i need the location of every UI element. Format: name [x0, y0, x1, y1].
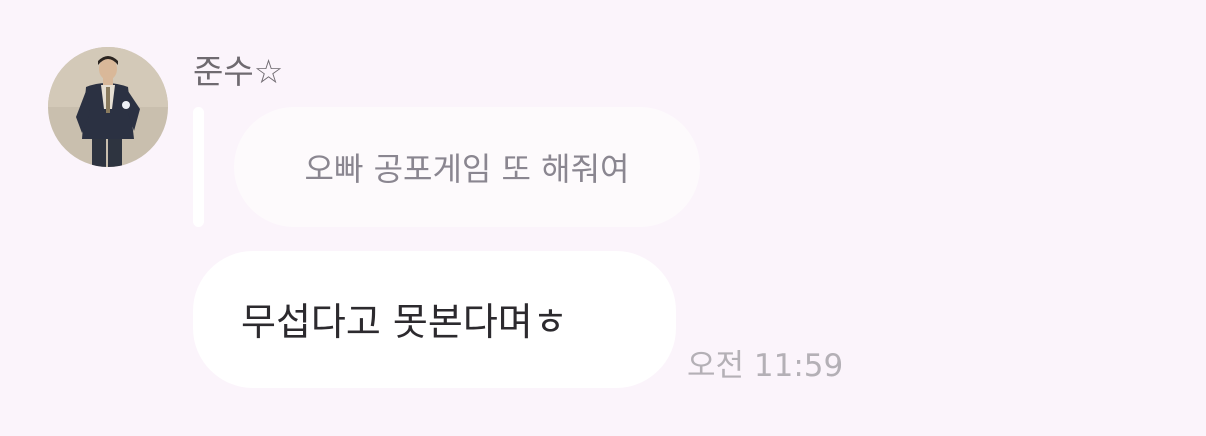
message-bubble[interactable]: 무섭다고 못본다며ㅎ	[193, 251, 676, 388]
profile-photo	[48, 47, 168, 167]
message-timestamp: 오전 11:59	[687, 348, 844, 384]
message-text: 무섭다고 못본다며ㅎ	[241, 300, 568, 344]
quoted-message-text: 오빠 공포게임 또 해줘여	[304, 150, 630, 188]
sender-name: 준수☆	[193, 52, 284, 91]
quoted-message-bubble[interactable]: 오빠 공포게임 또 해줘여	[234, 107, 700, 227]
reply-indicator-bar	[193, 107, 204, 227]
avatar[interactable]	[48, 47, 168, 167]
